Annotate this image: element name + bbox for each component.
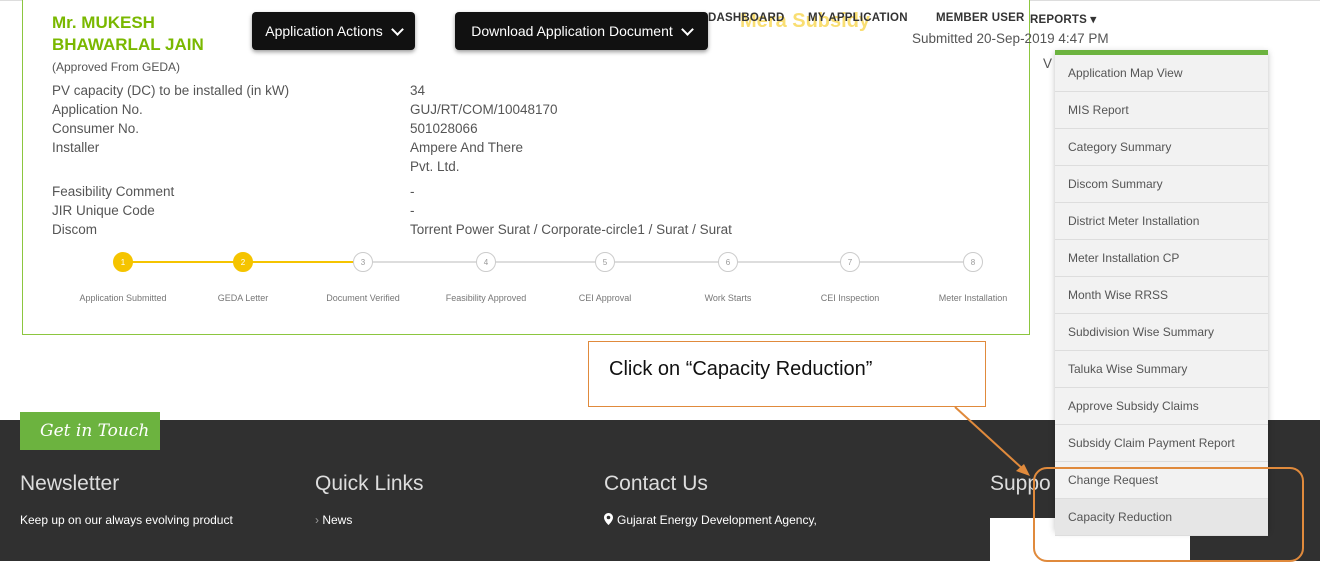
capacity-reduction-highlight	[1033, 467, 1304, 562]
